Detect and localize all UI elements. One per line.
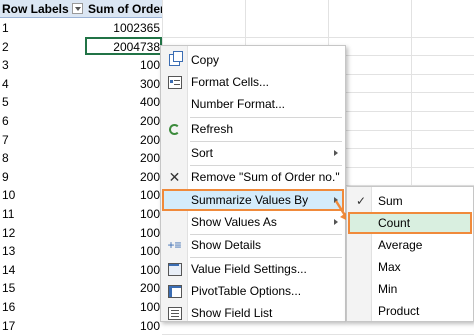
value-cell[interactable]: 100 xyxy=(0,56,160,74)
menu-item-refresh[interactable]: Refresh xyxy=(162,118,344,140)
submenu-item-max[interactable]: Max xyxy=(348,256,472,278)
value-cell[interactable]: 100 xyxy=(0,186,160,204)
menu-item-label: Copy xyxy=(191,53,220,67)
value-cell[interactable]: 400 xyxy=(0,93,160,111)
menu-item-label: Summarize Values By xyxy=(191,193,309,207)
value-field-settings-icon xyxy=(167,262,182,276)
menu-item-copy[interactable]: Copy xyxy=(162,49,344,71)
submenu-item-label: Average xyxy=(378,238,423,252)
filter-dropdown-icon[interactable] xyxy=(72,3,83,14)
menu-item-label: Number Format... xyxy=(191,97,286,111)
value-cell[interactable]: 200 xyxy=(0,168,160,186)
submenu-item-label: Count xyxy=(378,216,411,230)
value-cell[interactable]: 100 xyxy=(0,224,160,242)
menu-item-label: Value Field Settings... xyxy=(191,262,307,276)
value-cell[interactable]: 100 xyxy=(0,261,160,279)
menu-item-label: Show Field List xyxy=(191,306,273,320)
value-cell[interactable]: 100 xyxy=(0,205,160,223)
value-cell[interactable]: 200 xyxy=(0,279,160,297)
menu-item-show-values-as[interactable]: Show Values As xyxy=(162,211,344,233)
submenu-item-min[interactable]: Min xyxy=(348,278,472,300)
menu-item-label: Format Cells... xyxy=(191,75,270,89)
menu-item-value-field-settings[interactable]: Value Field Settings... xyxy=(162,258,344,280)
submenu-arrow-icon xyxy=(334,150,338,156)
remove-x-icon: ✕ xyxy=(168,169,181,185)
menu-item-label: Remove "Sum of Order no." xyxy=(191,170,340,184)
menu-item-sort[interactable]: Sort xyxy=(162,142,344,164)
value-cell[interactable]: 1002365 xyxy=(0,19,160,37)
submenu-item-label: Min xyxy=(378,282,398,296)
menu-item-label: Refresh xyxy=(191,122,234,136)
value-cell[interactable]: 200 xyxy=(0,112,160,130)
format-cells-icon xyxy=(167,75,182,89)
menu-item-format-cells[interactable]: Format Cells... xyxy=(162,71,344,93)
value-cell[interactable]: 200 xyxy=(0,131,160,149)
pivottable-options-icon xyxy=(167,284,182,298)
menu-item-label: Show Values As xyxy=(191,215,277,229)
summarize-submenu: ✓ Sum Count Average Max Min Product xyxy=(346,186,474,322)
menu-item-show-field-list[interactable]: Show Field List xyxy=(162,302,344,324)
value-cell[interactable]: 200 xyxy=(0,149,160,167)
submenu-item-label: Product xyxy=(378,304,420,318)
row-labels-header[interactable]: Row Labels xyxy=(0,0,85,18)
refresh-icon xyxy=(167,122,182,136)
value-cell[interactable]: 300 xyxy=(0,75,160,93)
menu-item-pivottable-options[interactable]: PivotTable Options... xyxy=(162,280,344,302)
menu-item-label: Sort xyxy=(191,146,214,160)
field-list-icon xyxy=(167,306,182,320)
checkmark-icon: ✓ xyxy=(356,194,367,208)
selected-cell xyxy=(85,37,162,55)
value-cell[interactable]: 100 xyxy=(0,298,160,316)
gridline xyxy=(162,36,474,38)
value-cell[interactable]: 100 xyxy=(0,242,160,260)
menu-item-label: PivotTable Options... xyxy=(191,284,302,298)
submenu-item-product[interactable]: Product xyxy=(348,300,472,322)
submenu-item-average[interactable]: Average xyxy=(348,234,472,256)
submenu-item-count[interactable]: Count xyxy=(348,212,472,234)
row-labels-header-text: Row Labels xyxy=(2,2,69,16)
sum-of-order-header[interactable]: Sum of Order no. xyxy=(85,0,162,18)
submenu-item-label: Max xyxy=(378,260,401,274)
menu-item-number-format[interactable]: Number Format... xyxy=(162,93,344,115)
menu-item-show-details[interactable]: +≡ Show Details xyxy=(162,234,344,256)
context-menu: Copy Format Cells... Number Format... Re… xyxy=(160,45,346,322)
value-cell[interactable]: 100 xyxy=(0,317,160,335)
submenu-item-sum[interactable]: ✓ Sum xyxy=(348,190,472,212)
submenu-item-label: Sum xyxy=(378,194,403,208)
copy-icon xyxy=(167,51,183,67)
menu-item-label: Show Details xyxy=(191,238,262,252)
menu-item-summarize-values-by[interactable]: Summarize Values By xyxy=(162,189,344,211)
menu-item-remove-field[interactable]: ✕ Remove "Sum of Order no." xyxy=(162,166,344,188)
show-details-icon: +≡ xyxy=(167,238,182,252)
